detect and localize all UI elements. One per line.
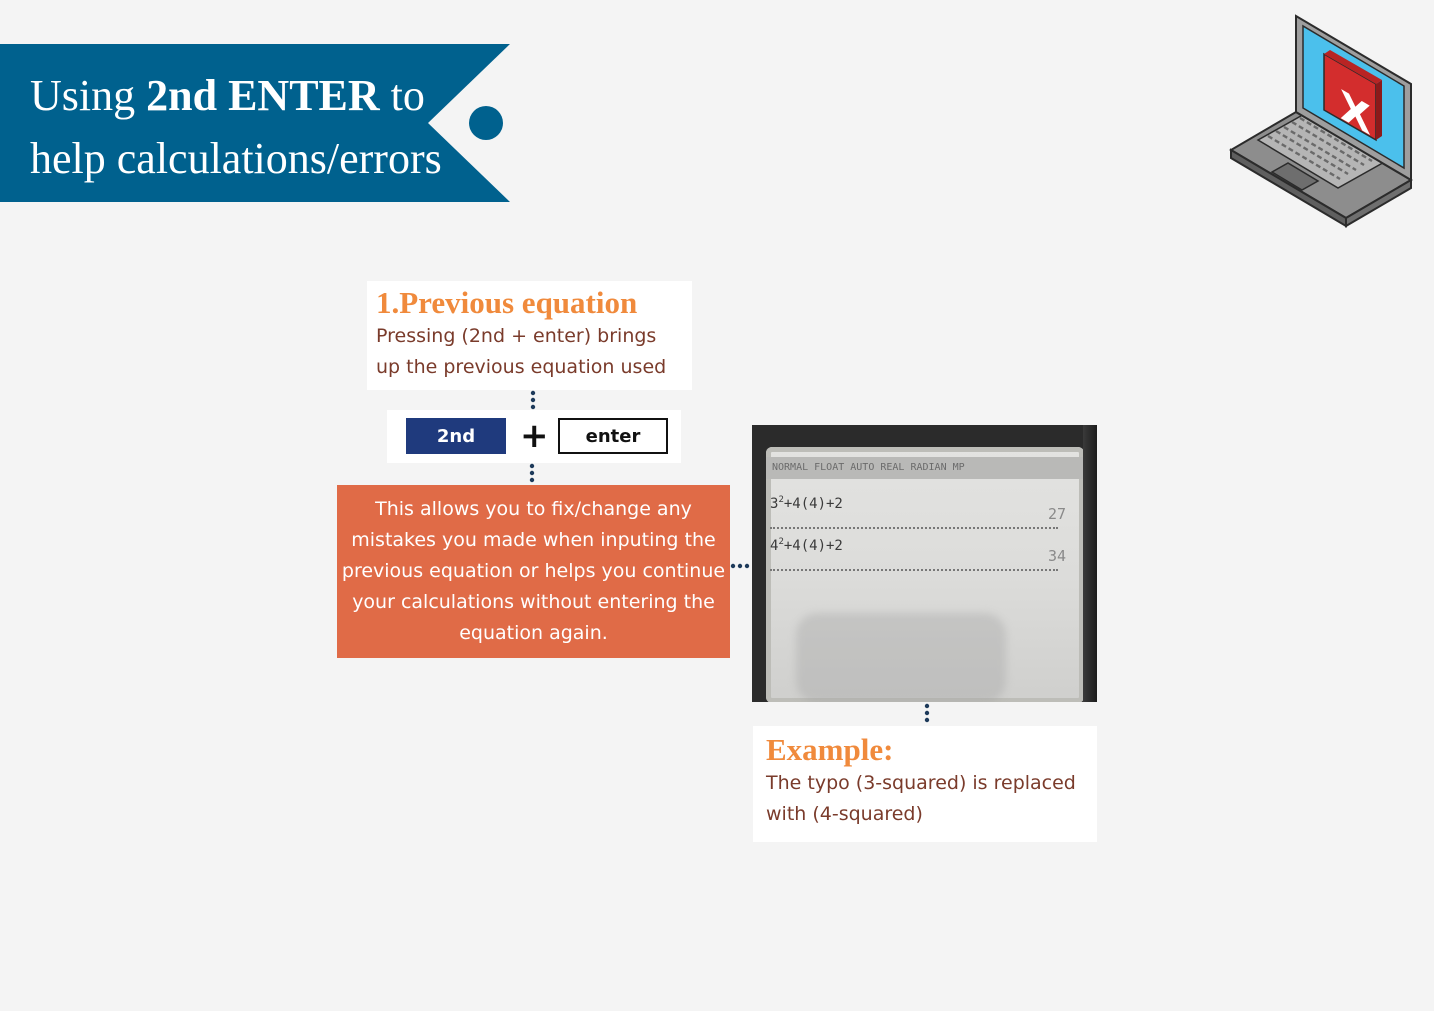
previous-equation-heading: 1.Previous equation bbox=[376, 285, 638, 320]
example-card: Example: The typo (3-squared) is replace… bbox=[753, 726, 1097, 842]
calc-expression-2: 42+4(4)+2 bbox=[770, 537, 843, 554]
example-heading: Example: bbox=[766, 732, 894, 767]
example-body: The typo (3-squared) is replaced with (4… bbox=[766, 772, 1076, 825]
calculator-screen-photo: NORMAL FLOAT AUTO REAL RADIAN MP 32+4(4)… bbox=[752, 425, 1097, 702]
calculator-row-2: 42+4(4)+2 34 bbox=[770, 535, 1066, 565]
calc-result-2: 34 bbox=[1047, 547, 1066, 565]
calc-divider-2 bbox=[770, 569, 1058, 571]
title-pre: Using bbox=[30, 71, 147, 120]
plus-sign: + bbox=[520, 416, 549, 456]
connector-dots-1 bbox=[530, 390, 536, 410]
calc-result-1: 27 bbox=[1047, 505, 1066, 523]
calculator-status-bar: NORMAL FLOAT AUTO REAL RADIAN MP bbox=[766, 457, 1084, 479]
page-title: Using 2nd ENTER to help calculations/err… bbox=[30, 64, 450, 190]
calc-expression-1: 32+4(4)+2 bbox=[770, 495, 843, 512]
connector-dots-3 bbox=[730, 563, 750, 569]
key-enter: enter bbox=[558, 418, 668, 454]
key-combination: 2nd + enter bbox=[387, 410, 681, 463]
title-bold: 2nd ENTER bbox=[146, 71, 380, 120]
title-post: to bbox=[379, 71, 425, 120]
screen-glare bbox=[796, 613, 1006, 702]
connector-dots-2 bbox=[529, 463, 535, 483]
previous-equation-card: 1.Previous equation Pressing (2nd + ente… bbox=[367, 281, 692, 390]
laptop-error-icon: X bbox=[1228, 12, 1414, 236]
calculator-row-1: 32+4(4)+2 27 bbox=[770, 493, 1066, 523]
title-line-2: help calculations/errors bbox=[30, 134, 442, 183]
connector-dots-4 bbox=[924, 703, 930, 723]
explanation-box: This allows you to fix/change any mistak… bbox=[337, 485, 730, 658]
key-2nd: 2nd bbox=[406, 418, 506, 454]
calculator-screen: NORMAL FLOAT AUTO REAL RADIAN MP 32+4(4)… bbox=[766, 447, 1084, 702]
previous-equation-body: Pressing (2nd + enter) brings up the pre… bbox=[376, 325, 667, 378]
calc-divider-1 bbox=[770, 527, 1058, 529]
calculator-bezel bbox=[1083, 425, 1097, 702]
